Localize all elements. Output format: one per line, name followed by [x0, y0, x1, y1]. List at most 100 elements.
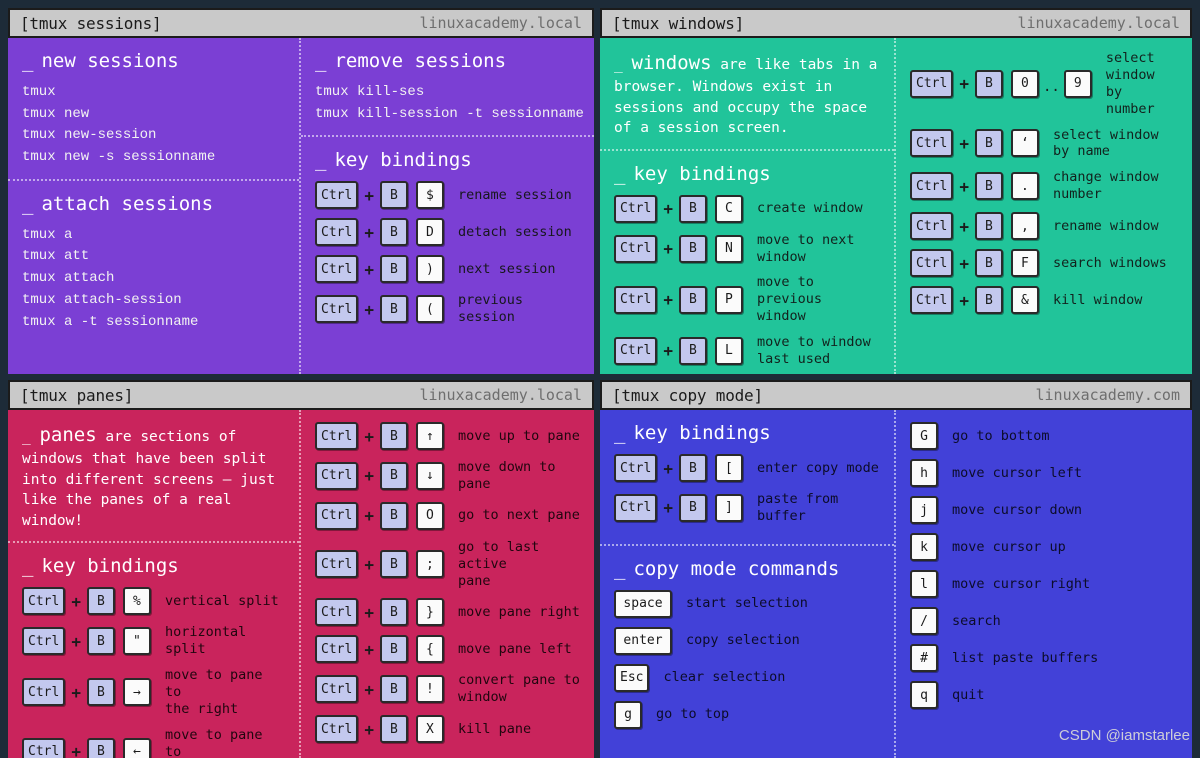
- modifier-key[interactable]: Ctrl: [22, 738, 65, 758]
- prefix-key[interactable]: B: [679, 337, 707, 365]
- prefix-key[interactable]: B: [87, 678, 115, 706]
- prefix-key[interactable]: B: [975, 172, 1003, 200]
- action-key[interactable]: }: [416, 598, 444, 626]
- prefix-key[interactable]: B: [975, 249, 1003, 277]
- modifier-key[interactable]: Ctrl: [315, 255, 358, 283]
- modifier-key[interactable]: Ctrl: [910, 249, 953, 277]
- modifier-key[interactable]: Ctrl: [22, 678, 65, 706]
- modifier-key[interactable]: Ctrl: [910, 286, 953, 314]
- prefix-key[interactable]: B: [87, 587, 115, 615]
- modifier-key[interactable]: Ctrl: [910, 172, 953, 200]
- prefix-key[interactable]: B: [380, 422, 408, 450]
- prefix-key[interactable]: B: [380, 635, 408, 663]
- action-key[interactable]: ↑: [416, 422, 444, 450]
- action-key[interactable]: $: [416, 181, 444, 209]
- action-key[interactable]: P: [715, 286, 743, 314]
- action-key[interactable]: g: [614, 701, 642, 729]
- action-key[interactable]: (: [416, 295, 444, 323]
- modifier-key[interactable]: Ctrl: [315, 181, 358, 209]
- prefix-key[interactable]: B: [975, 70, 1003, 98]
- action-key[interactable]: ↓: [416, 462, 444, 490]
- binding-description: create window: [757, 200, 863, 217]
- action-key[interactable]: ;: [416, 550, 444, 578]
- action-key[interactable]: ,: [1011, 212, 1039, 240]
- prefix-key[interactable]: B: [380, 181, 408, 209]
- prefix-key[interactable]: B: [380, 675, 408, 703]
- action-key[interactable]: l: [910, 570, 938, 598]
- prefix-key[interactable]: B: [679, 286, 707, 314]
- modifier-key[interactable]: Ctrl: [614, 235, 657, 263]
- action-key[interactable]: /: [910, 607, 938, 635]
- prefix-key[interactable]: B: [679, 195, 707, 223]
- modifier-key[interactable]: Ctrl: [315, 218, 358, 246]
- action-key[interactable]: %: [123, 587, 151, 615]
- prefix-key[interactable]: B: [679, 235, 707, 263]
- prefix-key[interactable]: B: [380, 715, 408, 743]
- action-key[interactable]: space: [614, 590, 672, 618]
- action-key[interactable]: ←: [123, 738, 151, 758]
- prefix-key[interactable]: B: [679, 494, 707, 522]
- modifier-key[interactable]: Ctrl: [315, 502, 358, 530]
- modifier-key[interactable]: Ctrl: [315, 422, 358, 450]
- action-key[interactable]: !: [416, 675, 444, 703]
- action-key[interactable]: D: [416, 218, 444, 246]
- action-key[interactable]: j: [910, 496, 938, 524]
- modifier-key[interactable]: Ctrl: [315, 295, 358, 323]
- action-key[interactable]: C: [715, 195, 743, 223]
- modifier-key[interactable]: Ctrl: [315, 550, 358, 578]
- modifier-key[interactable]: Ctrl: [22, 627, 65, 655]
- action-key[interactable]: X: [416, 715, 444, 743]
- prefix-key[interactable]: B: [975, 129, 1003, 157]
- action-key[interactable]: 0: [1011, 70, 1039, 98]
- modifier-key[interactable]: Ctrl: [315, 598, 358, 626]
- prefix-key[interactable]: B: [380, 218, 408, 246]
- modifier-key[interactable]: Ctrl: [614, 454, 657, 482]
- action-key[interactable]: q: [910, 681, 938, 709]
- prefix-key[interactable]: B: [380, 462, 408, 490]
- prefix-key[interactable]: B: [380, 502, 408, 530]
- prefix-key[interactable]: B: [87, 738, 115, 758]
- action-key[interactable]: h: [910, 459, 938, 487]
- key-binding-row: Ctrl+B ]paste from buffer: [614, 491, 880, 525]
- action-key[interactable]: .: [1011, 172, 1039, 200]
- prefix-key[interactable]: B: [975, 286, 1003, 314]
- action-key[interactable]: ‘: [1011, 129, 1039, 157]
- modifier-key[interactable]: Ctrl: [910, 212, 953, 240]
- action-key[interactable]: ): [416, 255, 444, 283]
- action-key[interactable]: N: [715, 235, 743, 263]
- modifier-key[interactable]: Ctrl: [315, 635, 358, 663]
- action-key[interactable]: ": [123, 627, 151, 655]
- action-key[interactable]: #: [910, 644, 938, 672]
- prefix-key[interactable]: B: [380, 255, 408, 283]
- action-key[interactable]: enter: [614, 627, 672, 655]
- action-key[interactable]: k: [910, 533, 938, 561]
- modifier-key[interactable]: Ctrl: [614, 494, 657, 522]
- action-key[interactable]: L: [715, 337, 743, 365]
- action-key[interactable]: &: [1011, 286, 1039, 314]
- action-key-range-end[interactable]: 9: [1064, 70, 1092, 98]
- modifier-key[interactable]: Ctrl: [315, 462, 358, 490]
- action-key[interactable]: [: [715, 454, 743, 482]
- modifier-key[interactable]: Ctrl: [614, 286, 657, 314]
- modifier-key[interactable]: Ctrl: [910, 70, 953, 98]
- modifier-key[interactable]: Ctrl: [614, 337, 657, 365]
- prefix-key[interactable]: B: [679, 454, 707, 482]
- action-key[interactable]: {: [416, 635, 444, 663]
- prefix-key[interactable]: B: [975, 212, 1003, 240]
- modifier-key[interactable]: Ctrl: [315, 715, 358, 743]
- modifier-key[interactable]: Ctrl: [315, 675, 358, 703]
- action-key[interactable]: →: [123, 678, 151, 706]
- modifier-key[interactable]: Ctrl: [910, 129, 953, 157]
- modifier-key[interactable]: Ctrl: [614, 195, 657, 223]
- action-key[interactable]: Esc: [614, 664, 649, 692]
- action-key[interactable]: O: [416, 502, 444, 530]
- prefix-key[interactable]: B: [87, 627, 115, 655]
- action-key[interactable]: G: [910, 422, 938, 450]
- prefix-key[interactable]: B: [380, 598, 408, 626]
- action-key[interactable]: ]: [715, 494, 743, 522]
- binding-description: move cursor left: [952, 465, 1082, 482]
- prefix-key[interactable]: B: [380, 295, 408, 323]
- prefix-key[interactable]: B: [380, 550, 408, 578]
- modifier-key[interactable]: Ctrl: [22, 587, 65, 615]
- action-key[interactable]: F: [1011, 249, 1039, 277]
